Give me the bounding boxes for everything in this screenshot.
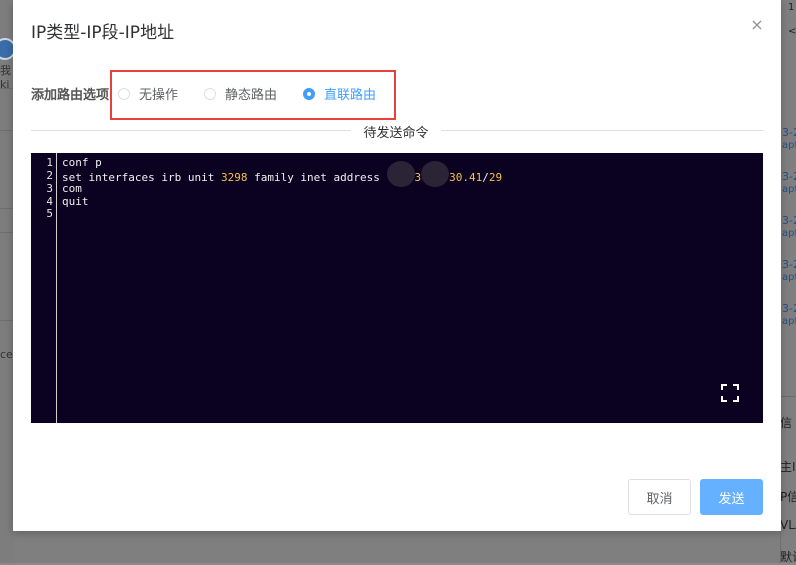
code-line-1: conf p bbox=[62, 156, 102, 169]
bg-link[interactable]: 3-2 bbox=[782, 170, 796, 183]
code-number: 3 bbox=[414, 171, 422, 184]
radio-label: 静态路由 bbox=[225, 88, 278, 103]
radio-circle-icon bbox=[118, 87, 130, 100]
radio-static-route[interactable]: 静态路由 bbox=[204, 84, 277, 103]
code-number: 29 bbox=[488, 171, 503, 184]
radio-checked-icon bbox=[303, 87, 315, 100]
code-line-2: set interfaces irb unit 3298 family inet… bbox=[62, 161, 503, 187]
bg-right-label: VLA bbox=[780, 518, 796, 532]
bg-right-label: 默认 bbox=[780, 550, 796, 564]
radio-no-action[interactable]: 无操作 bbox=[118, 84, 178, 103]
bg-divider bbox=[0, 88, 14, 89]
bg-divider bbox=[0, 232, 14, 233]
bg-link[interactable]: 3-2 bbox=[782, 214, 796, 227]
redacted-blur bbox=[386, 161, 415, 187]
radio-circle-icon bbox=[204, 87, 216, 100]
divider-line-right bbox=[441, 130, 763, 131]
bg-link[interactable]: apt- bbox=[782, 272, 796, 283]
bg-divider bbox=[780, 396, 796, 397]
radio-label: 直联路由 bbox=[324, 88, 377, 103]
code-text: / bbox=[482, 171, 489, 184]
bg-divider bbox=[0, 320, 14, 321]
bg-divider bbox=[0, 130, 14, 131]
line-number: 1 bbox=[46, 156, 53, 169]
route-option-label: 添加路由选项 bbox=[31, 88, 110, 103]
background-left-panel: 我ki ce bbox=[0, 0, 16, 563]
line-number: 3 bbox=[46, 182, 53, 195]
bg-link[interactable]: 3-2 bbox=[782, 302, 796, 315]
code-text: set interfaces irb unit bbox=[62, 171, 221, 184]
divider-line-left bbox=[31, 130, 351, 131]
bg-divider bbox=[0, 208, 14, 209]
code-number: 3298 bbox=[220, 171, 248, 184]
radio-direct-route[interactable]: 直联路由 bbox=[303, 84, 376, 103]
pending-commands-title: 待发送命令 bbox=[351, 122, 441, 141]
bg-link[interactable]: apt- bbox=[782, 140, 796, 151]
code-line-4: quit bbox=[62, 195, 89, 208]
code-text: family inet address bbox=[247, 171, 387, 184]
bg-right-top: 1 bbox=[788, 2, 795, 13]
bg-link[interactable]: apt- bbox=[782, 316, 796, 327]
bg-right-top: < bbox=[788, 26, 796, 37]
code-number: 30.41 bbox=[449, 171, 483, 184]
bg-link[interactable]: apt- bbox=[782, 184, 796, 195]
code-line-3: com bbox=[62, 182, 82, 195]
bg-link[interactable]: 3-2 bbox=[782, 258, 796, 271]
bg-right-label: P信 bbox=[780, 490, 796, 504]
close-icon[interactable]: × bbox=[749, 17, 765, 33]
line-number-gutter: 1 2 3 4 5 bbox=[31, 153, 57, 423]
bg-right-label: 信 bbox=[780, 416, 793, 430]
redacted-blur bbox=[421, 161, 450, 187]
fullscreen-icon[interactable] bbox=[721, 384, 739, 402]
bg-link[interactable]: 3-2 bbox=[782, 126, 796, 139]
command-editor[interactable]: 1 2 3 4 5 conf p set interfaces irb unit… bbox=[31, 153, 763, 423]
radio-label: 无操作 bbox=[139, 88, 179, 103]
bg-right-label: 主IP bbox=[780, 460, 796, 474]
bg-left-text: 我ki bbox=[0, 64, 11, 91]
dialog-title: IP类型-IP段-IP地址 bbox=[31, 23, 175, 43]
bg-left-text: ce bbox=[0, 348, 13, 361]
bg-link[interactable]: apt- bbox=[782, 228, 796, 239]
line-number: 5 bbox=[46, 207, 53, 220]
cancel-button[interactable]: 取消 bbox=[628, 479, 691, 515]
line-number: 2 bbox=[46, 169, 53, 182]
command-dialog: IP类型-IP段-IP地址 × 添加路由选项 无操作 静态路由 直联路由 待发送… bbox=[13, 0, 781, 531]
send-button[interactable]: 发送 bbox=[700, 479, 763, 515]
